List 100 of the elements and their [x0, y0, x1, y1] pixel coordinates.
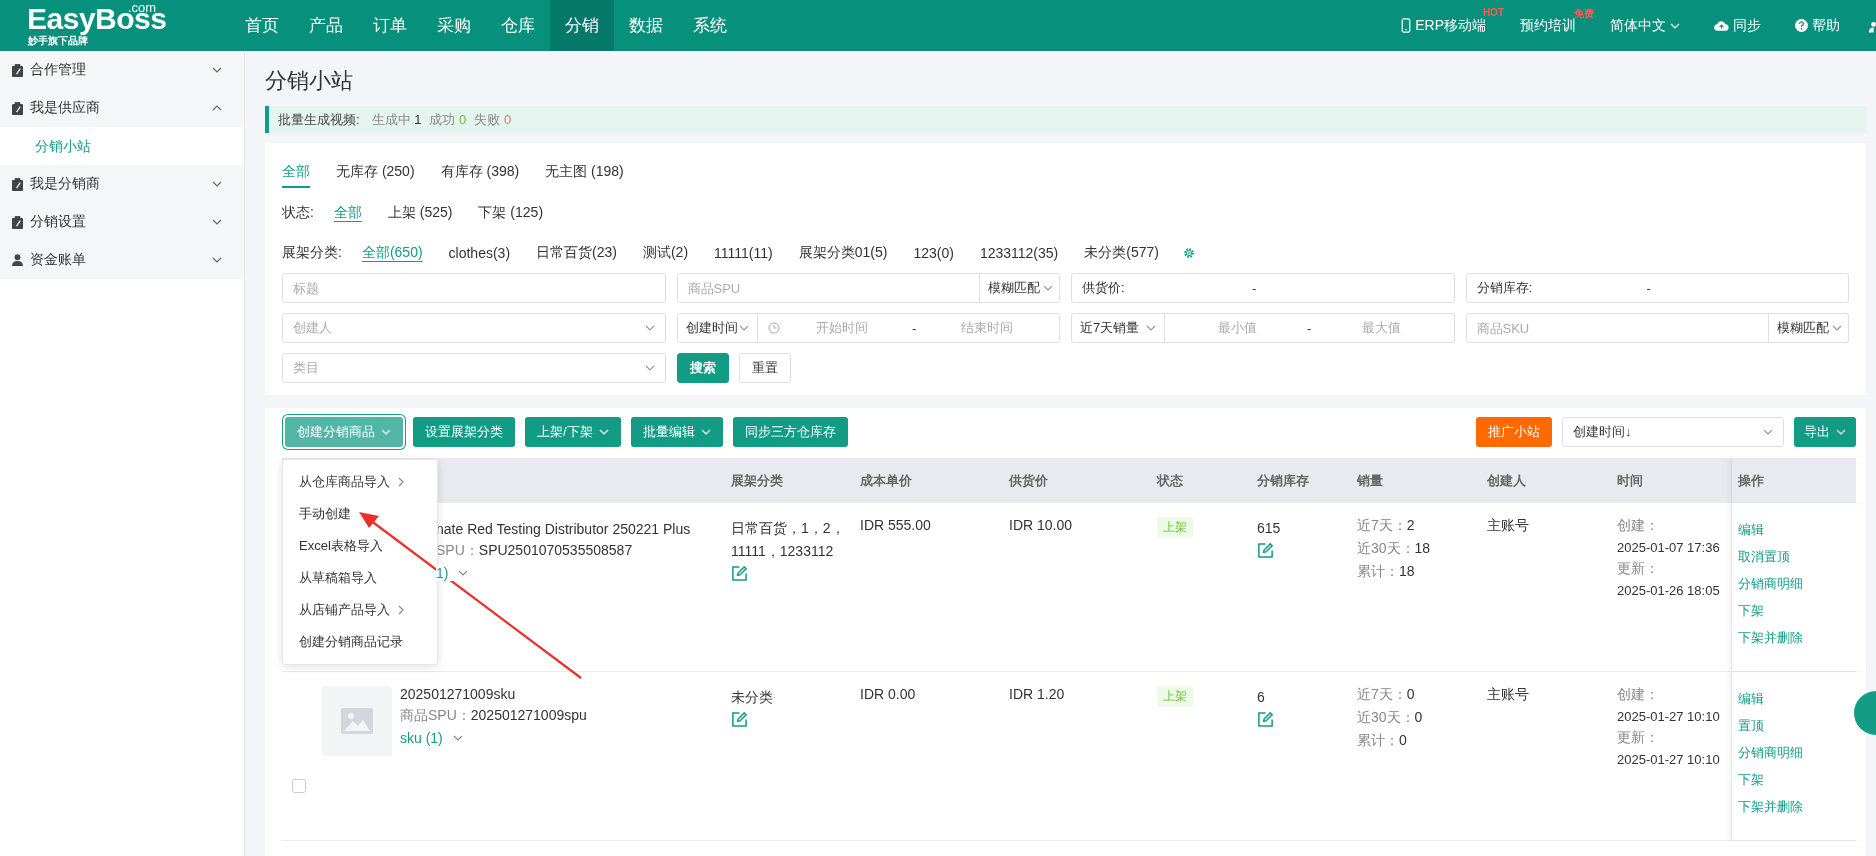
shelf-category: 日常百货，1，2，11111，1233112	[731, 519, 846, 561]
nav-tab[interactable]: 产品	[294, 0, 358, 51]
edit-icon[interactable]	[1257, 542, 1274, 559]
shelf-option[interactable]: 123(0)	[913, 245, 954, 261]
action-link[interactable]: 下架	[1738, 602, 1764, 620]
menu-item[interactable]: 从店铺产品导入	[283, 594, 437, 626]
shelf-option[interactable]: 测试(2)	[642, 244, 689, 262]
image-icon	[341, 708, 373, 734]
select-field[interactable]: 创建人	[282, 313, 666, 343]
clock-icon	[767, 322, 780, 334]
type-select[interactable]: 创建时间	[676, 313, 758, 343]
edit-icon[interactable]	[731, 711, 748, 728]
search-field[interactable]: 商品SKU	[1465, 313, 1769, 343]
status-option[interactable]: 下架 (125)	[478, 204, 544, 222]
shelf-option[interactable]: 全部(650)	[361, 244, 423, 262]
row-checkbox[interactable]	[292, 779, 306, 793]
sync-link[interactable]: 同步	[1733, 16, 1761, 35]
sku-link[interactable]: 1)	[436, 565, 449, 581]
menu-item[interactable]: Excel表格导入	[283, 530, 437, 562]
training-link[interactable]: 预约培训	[1520, 16, 1576, 35]
chevron-icon	[212, 179, 222, 189]
toolbar-button[interactable]: 设置展架分类	[413, 417, 515, 447]
action-link[interactable]: 编辑	[1738, 690, 1764, 708]
action-link[interactable]: 置顶	[1738, 717, 1764, 735]
sidebar-item[interactable]: 分销设置	[0, 203, 244, 241]
floating-button[interactable]	[1854, 691, 1876, 735]
nav-tab[interactable]: 数据	[614, 0, 678, 51]
toolbar-button[interactable]: 同步三方仓库存	[732, 417, 848, 447]
menu-item[interactable]: 创建分销商品记录	[283, 626, 437, 658]
language-select[interactable]: 简体中文	[1610, 16, 1666, 35]
nav-tab[interactable]: 系统	[678, 0, 742, 51]
action-link[interactable]: 取消置顶	[1738, 548, 1790, 566]
menu-item[interactable]: 从草稿箱导入	[283, 562, 437, 594]
nav-tab[interactable]: 订单	[358, 0, 422, 51]
toolbar-button[interactable]: 上架/下架	[525, 417, 621, 447]
toolbar-button[interactable]: 创建分销商品	[285, 417, 403, 447]
promote-button[interactable]: 推广小站	[1476, 417, 1552, 447]
mobile-link[interactable]: ERP移动端	[1415, 16, 1486, 35]
stock-tab[interactable]: 有库存 (398)	[440, 158, 520, 188]
export-button[interactable]: 导出	[1794, 417, 1856, 447]
shelf-option[interactable]: 未分类(577)	[1084, 244, 1159, 262]
shelf-option[interactable]: 1233112(35)	[979, 245, 1059, 261]
status-option[interactable]: 全部	[333, 204, 362, 222]
action-link[interactable]: 下架	[1738, 771, 1764, 789]
menu-item[interactable]: 手动创建	[283, 498, 437, 530]
nav-tab[interactable]: 首页	[230, 0, 294, 51]
caret-icon	[1043, 283, 1053, 293]
shelf-option[interactable]: 展架分类01(5)	[798, 244, 888, 262]
action-link[interactable]: 下架并删除	[1738, 629, 1803, 647]
select-field[interactable]: 类目	[282, 353, 666, 383]
title-field[interactable]: 标题	[282, 273, 666, 303]
date-range-field[interactable]: 开始时间 - 结束时间	[757, 313, 1060, 343]
sidebar-item[interactable]: 我是分销商	[0, 165, 244, 203]
search-button[interactable]: 搜索	[676, 353, 729, 383]
column-header: 供货价	[1007, 471, 1049, 490]
action-link[interactable]: 编辑	[1738, 521, 1764, 539]
range-field[interactable]: 分销库存: -	[1465, 273, 1849, 303]
number-range-field[interactable]: 最小值 - 最大值	[1165, 313, 1455, 343]
column-header: 操作	[1731, 458, 1867, 503]
edit-icon[interactable]	[1257, 711, 1274, 728]
sidebar-item[interactable]: 我是供应商	[0, 89, 244, 127]
match-select[interactable]: 模糊匹配	[980, 273, 1060, 303]
toolbar-button[interactable]: 批量编辑	[630, 417, 723, 447]
logo[interactable]: EasyBoss .com 妙手旗下品牌	[0, 0, 190, 51]
action-link[interactable]: 下架并删除	[1738, 798, 1803, 816]
sort-select[interactable]: 创建时间↓	[1562, 417, 1784, 447]
clipboard-icon	[12, 101, 23, 115]
match-select[interactable]: 模糊匹配	[1769, 313, 1849, 343]
sales-stat: 累计：18	[1357, 563, 1415, 581]
shelf-option[interactable]: 11111(11)	[714, 245, 773, 261]
shelf-option[interactable]: 日常百货(23)	[536, 244, 617, 262]
edit-icon[interactable]	[731, 565, 748, 582]
stock-tab[interactable]: 无主图 (198)	[545, 158, 624, 188]
action-link[interactable]: 分销商明细	[1738, 575, 1803, 593]
settings-icon[interactable]	[1182, 247, 1195, 259]
range-field[interactable]: 供货价: -	[1071, 273, 1455, 303]
status-tag: 上架	[1157, 686, 1193, 707]
nav-tab[interactable]: 分销	[550, 0, 614, 51]
sku-link[interactable]: sku (1)	[400, 730, 443, 746]
supply-price: IDR 1.20	[1009, 686, 1065, 702]
chevron-icon	[212, 217, 222, 227]
reset-button[interactable]: 重置	[738, 353, 791, 383]
stock-tab[interactable]: 全部	[282, 158, 310, 188]
shelf-option[interactable]: clothes(3)	[448, 245, 511, 261]
stock-tab[interactable]: 无库存 (250)	[336, 158, 415, 188]
menu-item[interactable]: 从仓库商品导入	[283, 466, 437, 498]
help-link[interactable]: 帮助	[1812, 16, 1840, 35]
chevron-icon	[212, 65, 222, 75]
stock-count: 6	[1257, 688, 1265, 707]
search-field[interactable]: 商品SPU	[676, 273, 980, 303]
action-link[interactable]: 分销商明细	[1738, 744, 1803, 762]
creator-name: 主账号	[1487, 517, 1529, 535]
caret-icon	[1763, 427, 1773, 437]
status-option[interactable]: 上架 (525)	[387, 204, 453, 222]
sidebar-item[interactable]: 合作管理	[0, 51, 244, 89]
page-title: 分销小站	[265, 67, 354, 95]
nav-tab[interactable]: 采购	[422, 0, 486, 51]
nav-tab[interactable]: 仓库	[486, 0, 550, 51]
type-select[interactable]: 近7天销量	[1071, 313, 1165, 343]
sidebar-item[interactable]: 资金账单	[0, 241, 244, 279]
